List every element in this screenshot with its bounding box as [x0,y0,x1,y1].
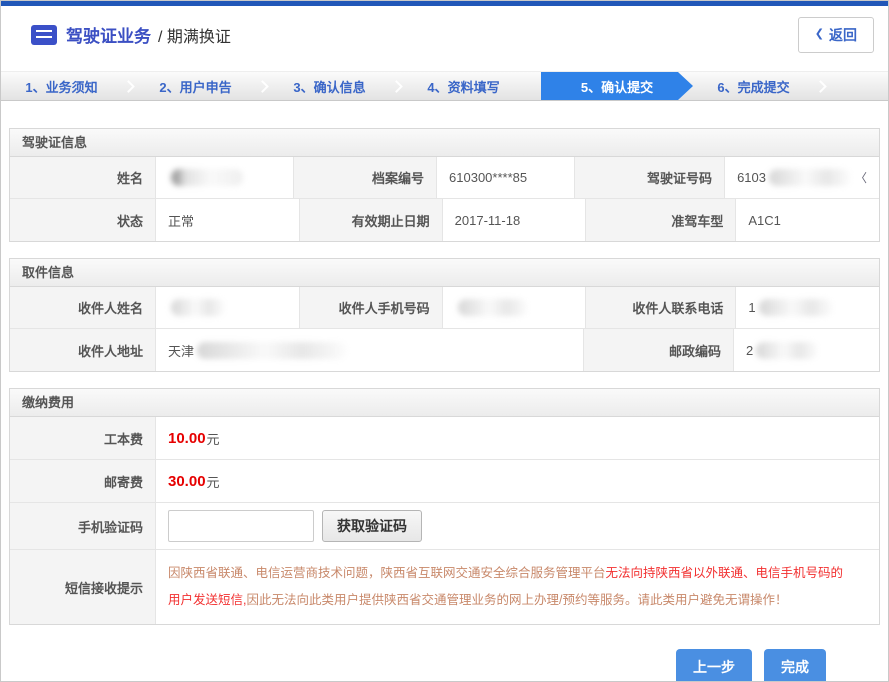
table-row: 工本费 10.00 元 [10,417,879,460]
license-section-title: 驾驶证信息 [10,129,879,157]
redacted-recipient-name [171,299,225,316]
sms-notice-label: 短信接收提示 [10,550,155,624]
redacted-license-number [769,169,851,186]
step-4-fill-materials[interactable]: 4、资料填写 [403,72,524,100]
file-number-value: 610300****85 [436,157,574,198]
license-number-label: 驾驶证号码 [574,157,724,198]
phone-prefix: 1 [748,300,755,315]
address-prefix: 天津 [168,341,194,360]
recipient-name-label: 收件人姓名 [10,287,155,328]
name-label: 姓名 [10,157,155,198]
table-row: 收件人地址 天津 邮政编码 2 [10,329,879,371]
finish-button[interactable]: 完成 [764,649,826,682]
step-5-confirm-submit-active[interactable]: 5、确认提交 [541,72,693,100]
redacted-postal-code [756,342,818,359]
sms-code-input[interactable] [168,510,314,542]
breadcrumb-current: / 期满换证 [158,23,231,47]
table-row: 手机验证码 获取验证码 [10,503,879,550]
postage-fee-label: 邮寄费 [10,460,155,502]
production-fee-value: 10.00 元 [155,417,879,459]
sms-notice-value: 因陕西省联通、电信运营商技术问题，陕西省互联网交通安全综合服务管理平台无法向持陕… [155,550,879,624]
recipient-mobile-label: 收件人手机号码 [299,287,442,328]
redacted-address [197,342,347,359]
recipient-mobile-value [442,287,586,328]
recipient-name-value [155,287,299,328]
redacted-name [171,169,243,186]
table-row: 姓名 档案编号 610300****85 驾驶证号码 6103 〈 [10,157,879,199]
chevron-right-icon [390,80,403,93]
step-2-user-declaration[interactable]: 2、用户申告 [135,72,256,100]
previous-step-button[interactable]: 上一步 [676,649,752,682]
license-number-value: 6103 〈 [724,157,879,198]
vehicle-class-label: 准驾车型 [585,199,735,241]
step-6-complete-submit[interactable]: 6、完成提交 [693,72,814,100]
get-code-button[interactable]: 获取验证码 [322,510,422,542]
chevron-right-icon [814,80,827,93]
header: 驾驶证业务 / 期满换证 ❮ 返回 [1,6,888,63]
postal-code-label: 邮政编码 [583,329,733,371]
table-row: 邮寄费 30.00 元 [10,460,879,503]
production-fee-label: 工本费 [10,417,155,459]
chevron-right-icon [122,80,135,93]
footer-actions: 上一步 完成 [9,625,880,682]
yuan-unit: 元 [207,472,220,491]
chevron-right-icon [256,80,269,93]
license-info-section: 驾驶证信息 姓名 档案编号 610300****85 驾驶证号码 6103 〈 … [9,128,880,242]
table-row: 状态 正常 有效期止日期 2017-11-18 准驾车型 A1C1 [10,199,879,241]
sms-notice-text: 因陕西省联通、电信运营商技术问题，陕西省互联网交通安全综合服务管理平台无法向持陕… [168,554,867,620]
license-number-tail: 〈 [855,169,867,186]
fees-section-title: 缴纳费用 [10,389,879,417]
pickup-info-section: 取件信息 收件人姓名 收件人手机号码 收件人联系电话 1 收件人地址 天津 邮政… [9,258,880,372]
notice-part-1: 因陕西省联通、电信运营商技术问题，陕西省互联网交通安全综合服务管理平台 [168,566,606,580]
yuan-unit: 元 [207,429,220,448]
recipient-phone-label: 收件人联系电话 [585,287,735,328]
main-content: 驾驶证信息 姓名 档案编号 610300****85 驾驶证号码 6103 〈 … [1,128,888,682]
license-list-icon [31,25,57,45]
postage-fee-value: 30.00 元 [155,460,879,502]
production-fee-amount: 10.00 [168,430,206,447]
file-number-label: 档案编号 [293,157,436,198]
step-1-business-notice[interactable]: 1、业务须知 [1,72,122,100]
back-button-label: 返回 [829,25,857,45]
page: 驾驶证业务 / 期满换证 ❮ 返回 1、业务须知 2、用户申告 3、确认信息 4… [0,0,889,682]
redacted-phone [759,299,833,316]
address-label: 收件人地址 [10,329,155,371]
expiry-label: 有效期止日期 [299,199,442,241]
status-value: 正常 [155,199,299,241]
step-bar: 1、业务须知 2、用户申告 3、确认信息 4、资料填写 5、确认提交 6、完成提… [1,71,888,101]
postage-fee-amount: 30.00 [168,473,206,490]
sms-code-label: 手机验证码 [10,503,155,549]
name-value [155,157,293,198]
table-row: 收件人姓名 收件人手机号码 收件人联系电话 1 [10,287,879,329]
recipient-phone-value: 1 [735,287,879,328]
step-3-confirm-info[interactable]: 3、确认信息 [269,72,390,100]
license-number-prefix: 6103 [737,170,766,185]
fees-section: 缴纳费用 工本费 10.00 元 邮寄费 30.00 元 手机验证码 [9,388,880,625]
postal-prefix: 2 [746,343,753,358]
table-row: 短信接收提示 因陕西省联通、电信运营商技术问题，陕西省互联网交通安全综合服务管理… [10,550,879,624]
back-button[interactable]: ❮ 返回 [798,17,874,53]
status-label: 状态 [10,199,155,241]
address-value: 天津 [155,329,583,371]
pickup-section-title: 取件信息 [10,259,879,287]
postal-code-value: 2 [733,329,879,371]
sms-code-cell: 获取验证码 [155,503,879,549]
notice-part-3: 因此无法向此类用户提供陕西省交通管理业务的网上办理/预约等服务。请此类用户避免无… [246,593,787,607]
redacted-mobile [458,299,528,316]
expiry-value: 2017-11-18 [442,199,586,241]
page-title: 驾驶证业务 [66,22,151,47]
chevron-left-icon: ❮ [815,29,824,40]
vehicle-class-value: A1C1 [735,199,879,241]
